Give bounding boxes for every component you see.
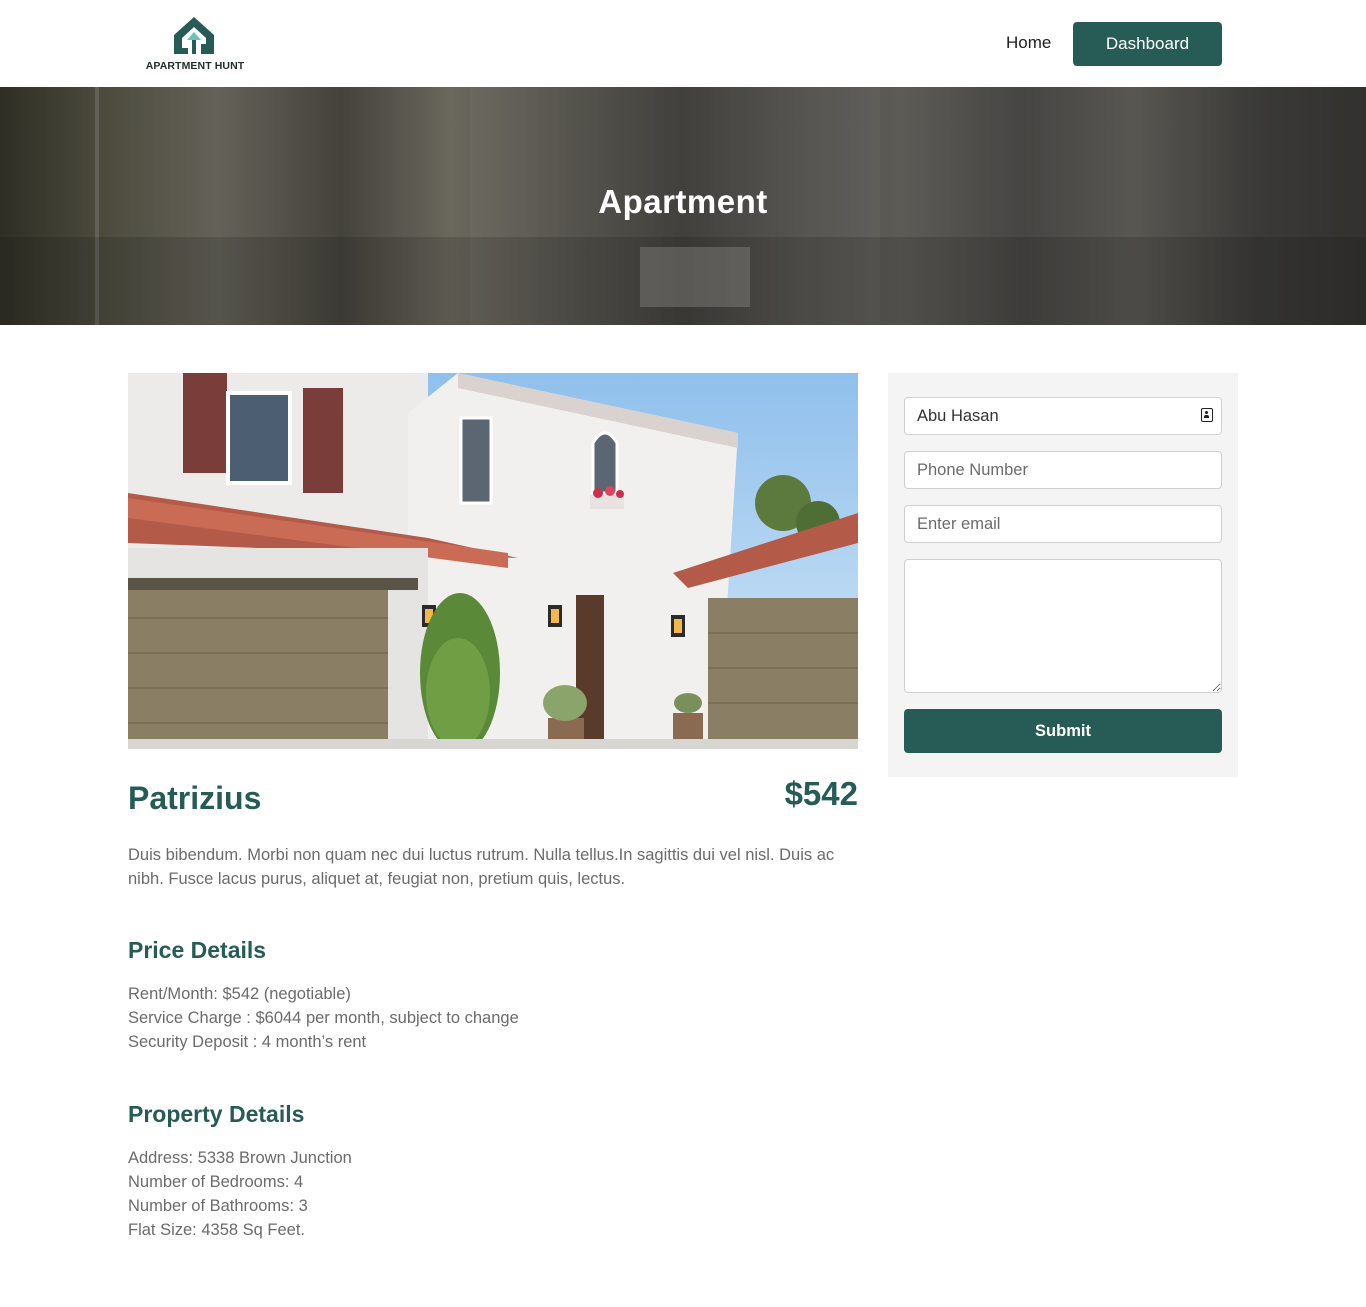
logo[interactable]: APARTMENT HUNT (143, 14, 247, 74)
property-details-title: Property Details (128, 1101, 305, 1127)
rent-per-month: Rent/Month: $542 (negotiable) (128, 985, 351, 1003)
logo-text: APARTMENT HUNT (145, 60, 245, 72)
house-logo-icon (174, 17, 214, 54)
apartment-price: $542 (784, 775, 858, 812)
message-textarea[interactable] (904, 559, 1222, 693)
flat-size: Flat Size: 4358 Sq Feet. (128, 1221, 306, 1239)
email-input[interactable] (904, 505, 1222, 543)
bathrooms: Number of Bathrooms: 3 (128, 1197, 308, 1215)
address: Address: 5338 Brown Junction (128, 1149, 352, 1167)
contact-form: Submit (888, 373, 1238, 777)
submit-button[interactable]: Submit (904, 709, 1222, 753)
property-details-list: Address: 5338 Brown Junction Number of B… (128, 1146, 352, 1242)
apartment-photo (128, 373, 858, 749)
apartment-description: Duis bibendum. Morbi non quam nec dui lu… (128, 846, 835, 888)
name-input[interactable] (904, 397, 1222, 435)
bedrooms: Number of Bedrooms: 4 (128, 1173, 304, 1191)
price-details-list: Rent/Month: $542 (negotiable) Service Ch… (128, 982, 519, 1054)
security-deposit: Security Deposit : 4 month’s rent (128, 1033, 367, 1051)
dashboard-button[interactable]: Dashboard (1073, 22, 1222, 66)
nav-home-link[interactable]: Home (1006, 33, 1051, 53)
service-charge: Service Charge : $6044 per month, subjec… (128, 1009, 519, 1027)
navbar: APARTMENT HUNT Home Dashboard (0, 0, 1366, 87)
house-illustration (128, 373, 858, 749)
price-details-title: Price Details (128, 937, 267, 963)
hero-banner: Apartment (0, 87, 1366, 325)
contact-card-icon[interactable] (1201, 408, 1213, 422)
phone-input[interactable] (904, 451, 1222, 489)
hero-title: Apartment (598, 183, 768, 220)
apartment-name: Patrizius (128, 780, 262, 816)
